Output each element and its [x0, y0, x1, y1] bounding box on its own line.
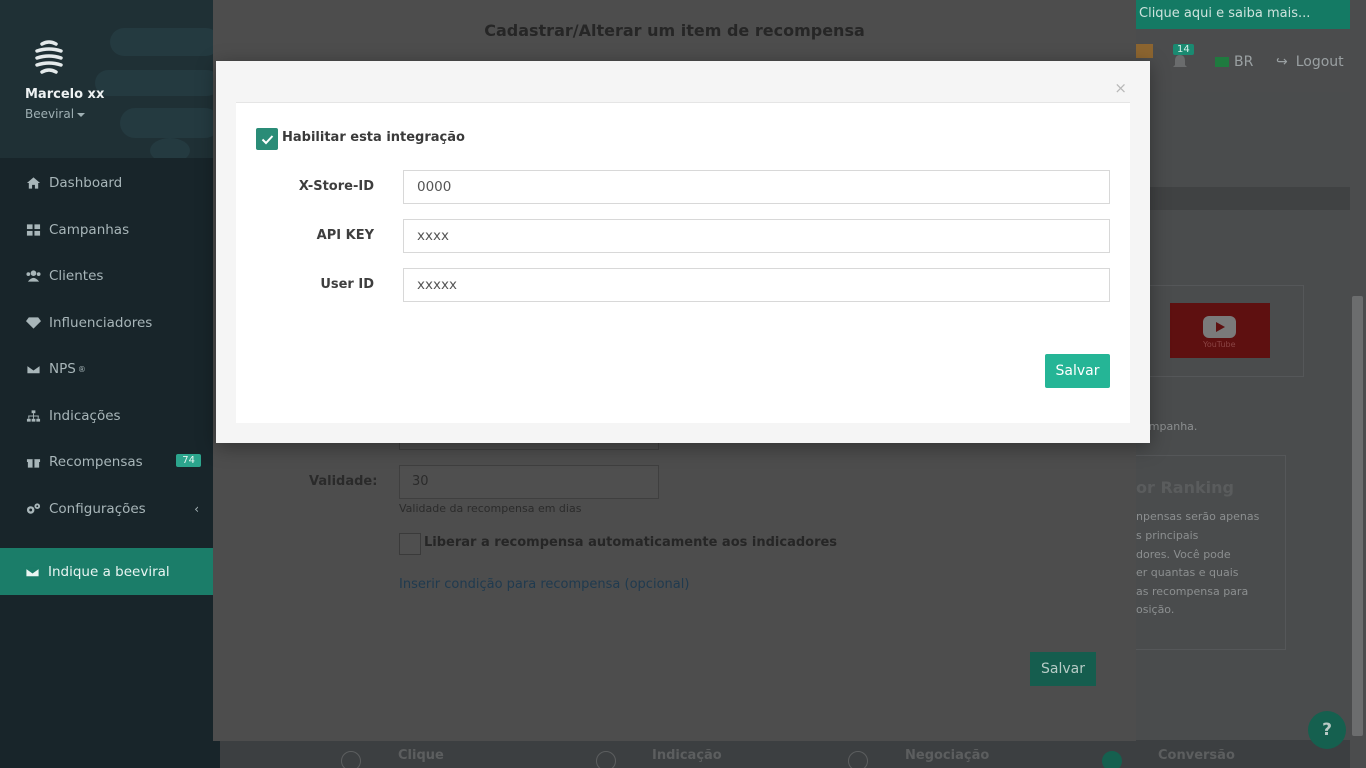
tab-negociacao[interactable]: Negociação: [905, 748, 989, 763]
tab-clique[interactable]: Clique: [398, 748, 444, 763]
play-icon: [1203, 316, 1236, 338]
envelope-icon: [25, 567, 40, 577]
sidebar: Marcelo xx Beeviral Dashboard Campanhas …: [0, 0, 220, 768]
radio-conversao[interactable]: [1102, 751, 1122, 768]
org-switcher[interactable]: Beeviral: [25, 107, 86, 121]
save-button[interactable]: Salvar: [1045, 354, 1110, 388]
bell-icon[interactable]: [1172, 54, 1188, 70]
check-icon: [261, 134, 273, 144]
sidebar-item-label: Configurações: [49, 500, 146, 517]
ranking-text-line: s principais: [1136, 529, 1199, 542]
reward-modal-title: Cadastrar/Alterar um item de recompensa: [484, 21, 865, 40]
enable-integration-checkbox[interactable]: [256, 128, 278, 150]
user-id-label: User ID: [320, 277, 374, 292]
ranking-text-line: osição.: [1136, 603, 1175, 616]
user-name: Marcelo xx: [25, 87, 105, 102]
x-store-id-label: X-Store-ID: [298, 179, 374, 194]
beeviral-logo-icon: [35, 40, 63, 74]
youtube-label: YouTube: [1203, 340, 1236, 349]
ranking-text-line: npensas serão apenas: [1136, 510, 1260, 523]
org-name: Beeviral: [25, 107, 75, 121]
x-store-id-input[interactable]: [403, 170, 1110, 204]
sidebar-item-nps[interactable]: NPS ®: [0, 346, 213, 393]
sidebar-item-clientes[interactable]: Clientes: [0, 253, 213, 300]
tab-conversao[interactable]: Conversão: [1158, 748, 1235, 763]
cta-label: Indique a beeviral: [48, 563, 170, 580]
sidebar-item-label: Indicações: [49, 407, 121, 424]
diamond-icon: [25, 316, 41, 330]
sidebar-item-influenciadores[interactable]: Influenciadores: [0, 300, 213, 347]
enable-integration-label: Habilitar esta integração: [282, 130, 465, 145]
radio-clique[interactable]: [341, 751, 361, 768]
sidebar-item-label: Dashboard: [49, 175, 123, 192]
logout-icon: ↪: [1276, 54, 1288, 70]
sitemap-icon: [25, 409, 41, 423]
home-icon: [25, 176, 41, 190]
auto-release-checkbox[interactable]: [399, 533, 421, 555]
scrollbar-thumb[interactable]: [1352, 296, 1363, 736]
reward-save-button[interactable]: Salvar: [1030, 652, 1096, 686]
ranking-title: or Ranking: [1136, 478, 1234, 497]
page-background: [1136, 0, 1366, 768]
chevron-left-icon: ‹: [194, 501, 199, 516]
tab-indicacao[interactable]: Indicação: [652, 748, 722, 763]
integration-modal-header: ×: [236, 61, 1130, 103]
sidebar-item-campanhas[interactable]: Campanhas: [0, 207, 213, 254]
sidebar-item-label: Clientes: [49, 268, 104, 285]
notifications-badge: 14: [1173, 44, 1194, 55]
info-banner[interactable]: Clique aqui e saiba mais...: [1136, 0, 1350, 29]
auto-release-label: Liberar a recompensa automaticamente aos…: [424, 535, 838, 550]
sidebar-nav: Dashboard Campanhas Clientes Influenciad…: [0, 160, 213, 532]
envelope-icon: [25, 362, 41, 376]
brazil-flag-icon: [1215, 57, 1229, 67]
gift-icon: [25, 455, 41, 469]
sidebar-item-label: Campanhas: [49, 221, 130, 238]
validity-input[interactable]: 30: [399, 465, 659, 499]
integration-modal: × Habilitar esta integração X-Store-ID A…: [216, 61, 1150, 443]
ranking-text-line: er quantas e quais: [1136, 566, 1239, 579]
caret-down-icon: [77, 112, 86, 117]
notification-chip: [1136, 44, 1153, 58]
validity-hint: Validade da recompensa em dias: [399, 502, 582, 515]
integration-modal-body: Habilitar esta integração X-Store-ID API…: [236, 103, 1130, 423]
help-button[interactable]: ?: [1308, 711, 1346, 749]
sidebar-item-configuracoes[interactable]: Configurações ‹: [0, 486, 213, 533]
radio-negociacao[interactable]: [848, 751, 868, 768]
grid-icon: [25, 223, 41, 237]
sidebar-item-indicacoes[interactable]: Indicações: [0, 393, 213, 440]
ranking-text-line: as recompensa para: [1136, 585, 1249, 598]
sidebar-item-recompensas[interactable]: Recompensas 74: [0, 439, 213, 486]
ranking-text-line: dores. Você pode: [1136, 548, 1231, 561]
radio-indicacao[interactable]: [596, 751, 616, 768]
registered-mark: ®: [77, 364, 86, 374]
logout-label: Logout: [1295, 54, 1344, 70]
users-icon: [25, 269, 41, 283]
user-id-input[interactable]: [403, 268, 1110, 302]
gears-icon: [25, 502, 41, 516]
rewards-count-badge: 74: [176, 454, 201, 467]
sidebar-item-label: Influenciadores: [49, 314, 153, 331]
refer-beeviral-link[interactable]: Indique a beeviral: [0, 548, 213, 595]
sidebar-item-dashboard[interactable]: Dashboard: [0, 160, 213, 207]
condition-link[interactable]: Inserir condição para recompensa (opcion…: [399, 577, 689, 592]
sidebar-item-label: NPS: [49, 361, 76, 378]
api-key-label: API KEY: [316, 228, 374, 243]
close-icon[interactable]: ×: [1114, 79, 1127, 97]
section-divider: [1136, 187, 1350, 210]
api-key-input[interactable]: [403, 219, 1110, 253]
logout-link[interactable]: ↪ Logout: [1276, 54, 1344, 70]
validity-label: Validade:: [309, 474, 378, 489]
language-selector[interactable]: BR: [1234, 54, 1253, 70]
sidebar-item-label: Recompensas: [49, 454, 143, 471]
sidebar-profile: Marcelo xx Beeviral: [0, 0, 220, 158]
